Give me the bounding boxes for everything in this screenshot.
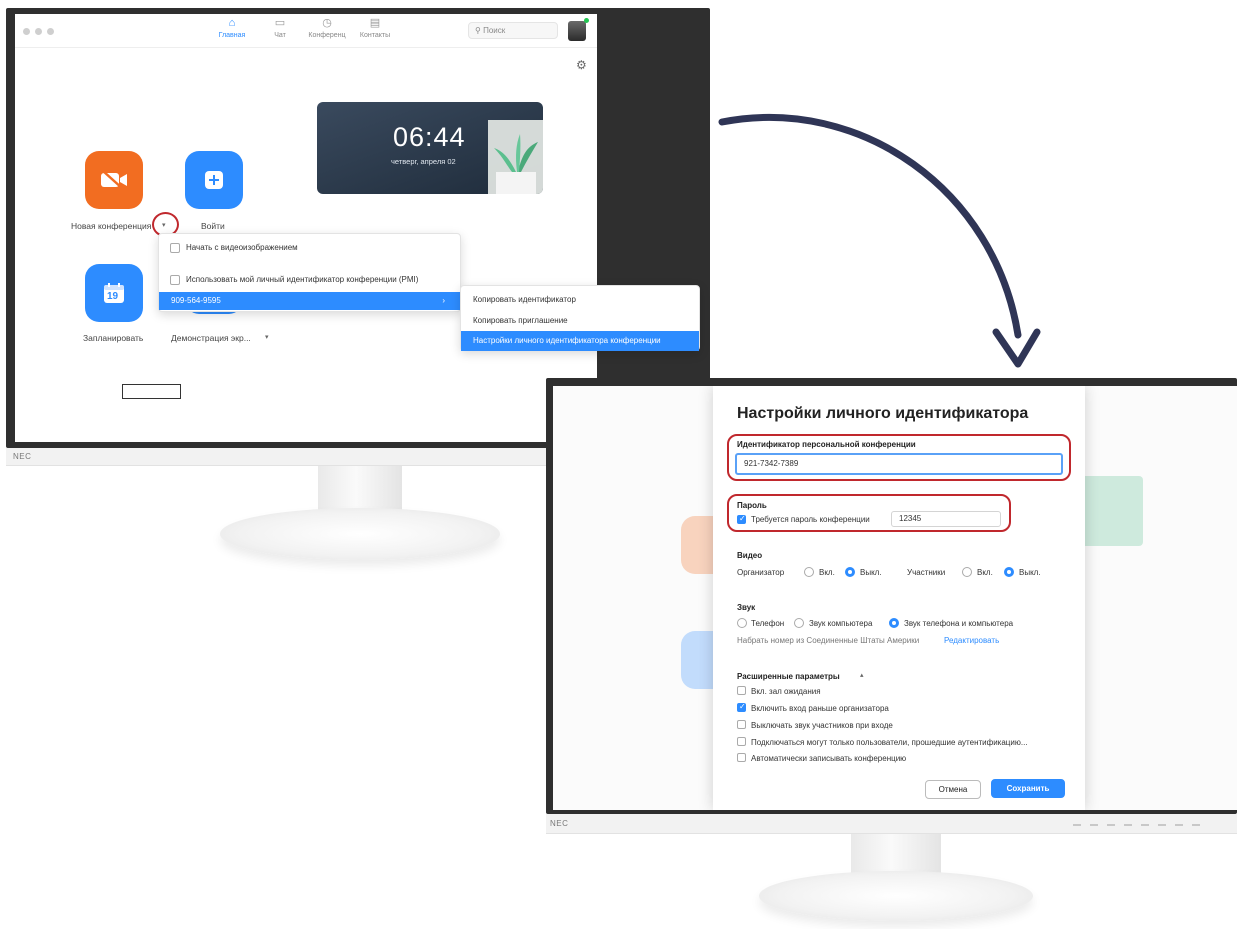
authenticated-only-checkbox[interactable] [737, 737, 746, 746]
clock-icon: ◷ [322, 17, 332, 29]
waiting-room-label: Вкл. зал ожидания [751, 687, 821, 696]
start-with-video-label: Начать с видеоизображением [186, 243, 298, 252]
pmi-settings-dialog: Настройки личного идентификатора Идентиф… [713, 386, 1085, 810]
video-host-label: Организатор [737, 568, 785, 577]
audio-heading: Звук [737, 603, 756, 612]
join-label: Войти [201, 221, 225, 231]
clock-date: четверг, апреля 02 [391, 157, 456, 166]
search-input[interactable]: ⚲ Поиск [468, 22, 558, 39]
join-button[interactable] [185, 151, 243, 209]
audio-telephone-label: Телефон [751, 619, 785, 628]
auto-record-label: Автоматически записывать конференцию [751, 754, 907, 763]
audio-computer-radio[interactable] [794, 618, 804, 628]
use-pmi-option[interactable]: Использовать мой личный идентификатор ко… [159, 271, 460, 289]
plus-icon [205, 171, 223, 189]
focus-box [122, 384, 181, 399]
copy-invite-item[interactable]: Копировать приглашение [461, 311, 699, 331]
edit-dial-in-link[interactable]: Редактировать [944, 636, 999, 645]
audio-computer-label: Звук компьютера [809, 619, 873, 628]
new-meeting-label: Новая конференция [71, 221, 152, 231]
participant-video-off-label: Выкл. [1019, 568, 1041, 577]
gear-icon[interactable]: ⚙ [576, 58, 587, 72]
participant-video-on-radio[interactable] [962, 567, 972, 577]
new-meeting-button[interactable] [85, 151, 143, 209]
contacts-icon: ▤ [369, 17, 381, 29]
start-with-video-option[interactable]: Начать с видеоизображением [159, 239, 460, 257]
mute-on-entry-checkbox[interactable] [737, 720, 746, 729]
left-monitor-screen: ⌂ Главная ▭ Чат ◷ Конференц ▤ Контакты ⚲ [15, 14, 597, 442]
participant-video-off-radio[interactable] [1004, 567, 1014, 577]
tab-chat[interactable]: ▭ Чат [256, 17, 304, 40]
new-meeting-dropdown: Начать с видеоизображением Использовать … [158, 233, 461, 312]
share-screen-caret-icon[interactable]: ▾ [265, 333, 269, 341]
right-monitor-buttons [1073, 824, 1200, 826]
chevron-right-icon: › [442, 296, 445, 305]
audio-both-label: Звук телефона и компьютера [904, 619, 1014, 628]
join-before-host-label: Включить вход раньше организатора [751, 704, 889, 713]
tab-contacts-label: Контакты [359, 32, 391, 39]
right-monitor: Настройки личного идентификатора Идентиф… [545, 378, 1237, 929]
pmi-number-item[interactable]: 909-564-9595 › [159, 292, 460, 310]
plant-illustration-icon [488, 120, 543, 194]
schedule-label: Запланировать [83, 333, 144, 343]
right-monitor-stand-foot [759, 871, 1033, 921]
share-screen-label: Демонстрация экр... [171, 333, 251, 343]
join-before-host-checkbox[interactable] [737, 702, 746, 712]
video-camera-off-icon [101, 170, 127, 190]
dial-from-label: Набрать номер из Соединенные Штаты Амери… [737, 636, 920, 645]
advanced-heading[interactable]: Расширенные параметры [737, 672, 840, 681]
start-with-video-checkbox[interactable] [170, 243, 180, 253]
pmi-settings-item[interactable]: Настройки личного идентификатора конфере… [461, 331, 699, 351]
video-heading: Видео [737, 551, 763, 560]
zoom-home-window: ⌂ Главная ▭ Чат ◷ Конференц ▤ Контакты ⚲ [15, 14, 597, 442]
pmi-highlight-rect [727, 434, 1071, 481]
copy-id-item[interactable]: Копировать идентификатор [461, 290, 699, 310]
authenticated-only-label: Подключаться могут только пользователи, … [751, 738, 1028, 747]
password-highlight-rect [727, 494, 1011, 532]
right-monitor-brand: NEC [550, 819, 569, 828]
top-bar: ⌂ Главная ▭ Чат ◷ Конференц ▤ Контакты ⚲ [15, 14, 597, 48]
schedule-button[interactable]: 19 [85, 264, 143, 322]
chat-icon: ▭ [274, 17, 286, 29]
pmi-submenu: Копировать идентификатор Копировать приг… [460, 285, 700, 351]
clock-time: 06:44 [393, 122, 466, 152]
pmi-number-label: 909-564-9595 [171, 296, 221, 305]
minimize-dot[interactable] [35, 28, 42, 35]
left-monitor-stand-foot [220, 508, 500, 560]
host-video-on-radio[interactable] [804, 567, 814, 577]
avatar[interactable] [568, 18, 589, 41]
search-icon: ⚲ [475, 26, 481, 35]
tab-meetings[interactable]: ◷ Конференц [303, 17, 351, 40]
mute-on-entry-label: Выключать звук участников при входе [751, 721, 893, 730]
tab-meetings-label: Конференц [308, 32, 346, 39]
tab-chat-label: Чат [274, 32, 286, 39]
host-video-off-radio[interactable] [845, 567, 855, 577]
audio-both-radio[interactable] [889, 618, 899, 628]
use-pmi-checkbox[interactable] [170, 275, 180, 285]
window-controls[interactable] [23, 28, 54, 35]
auto-record-checkbox[interactable] [737, 753, 746, 762]
host-video-on-label: Вкл. [819, 568, 835, 577]
host-video-off-label: Выкл. [860, 568, 882, 577]
dialog-title: Настройки личного идентификатора [737, 405, 1029, 422]
save-button[interactable]: Сохранить [991, 779, 1065, 798]
cancel-button[interactable]: Отмена [925, 780, 981, 799]
close-dot[interactable] [23, 28, 30, 35]
tab-home[interactable]: ⌂ Главная [208, 17, 256, 40]
audio-telephone-radio[interactable] [737, 618, 747, 628]
waiting-room-checkbox[interactable] [737, 686, 746, 695]
advanced-caret-icon[interactable]: ▴ [860, 671, 864, 679]
search-placeholder: Поиск [483, 26, 506, 35]
home-icon: ⌂ [228, 17, 236, 29]
video-participants-label: Участники [907, 568, 946, 577]
calendar-day: 19 [107, 291, 119, 302]
clock-card: 06:44 четверг, апреля 02 [317, 102, 543, 194]
maximize-dot[interactable] [47, 28, 54, 35]
tab-contacts[interactable]: ▤ Контакты [351, 17, 399, 40]
left-monitor-brand: NEC [13, 452, 32, 461]
tab-home-label: Главная [218, 32, 246, 39]
right-monitor-screen: Настройки личного идентификатора Идентиф… [553, 386, 1237, 810]
use-pmi-label: Использовать мой личный идентификатор ко… [186, 275, 419, 284]
participant-video-on-label: Вкл. [977, 568, 993, 577]
